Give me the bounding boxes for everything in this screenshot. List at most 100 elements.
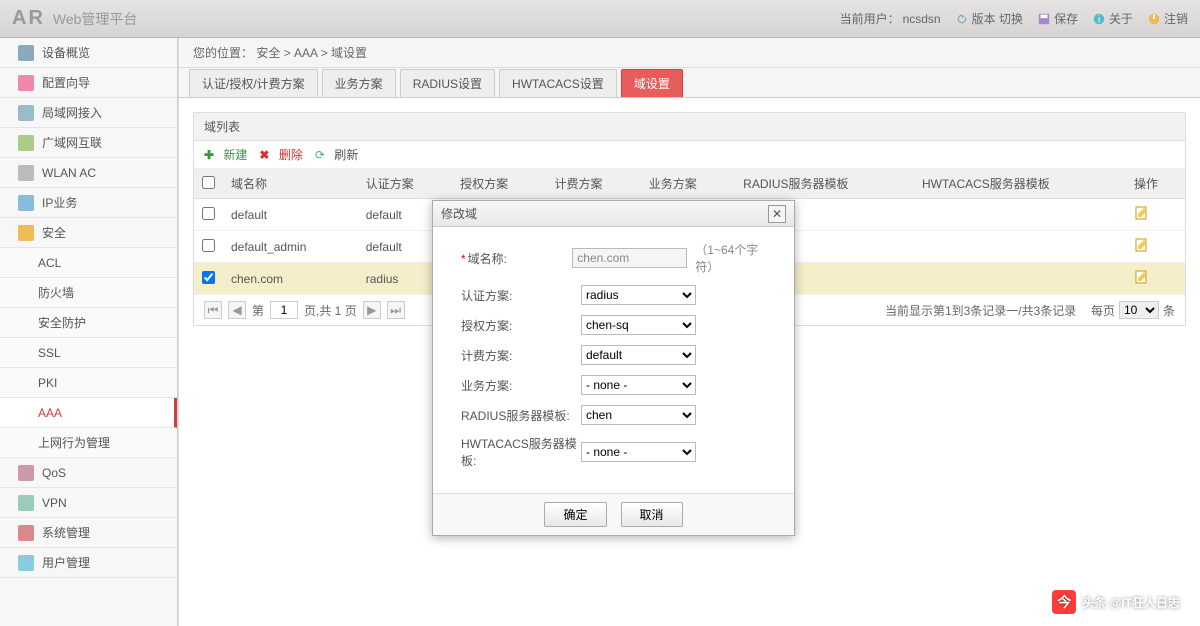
sidebar-item-11[interactable]: PKI [0, 368, 177, 398]
sidebar-item-label: PKI [38, 376, 57, 390]
logout-button[interactable]: 注销 [1147, 10, 1188, 27]
sidebar-item-4[interactable]: WLAN AC [0, 158, 177, 188]
sidebar-item-7[interactable]: ACL [0, 248, 177, 278]
sidebar-item-8[interactable]: 防火墙 [0, 278, 177, 308]
current-user: 当前用户：ncsdsn [840, 10, 941, 27]
pager-page-input[interactable] [270, 301, 298, 319]
auth-select[interactable]: radius [581, 285, 696, 305]
table-cell: default [223, 199, 358, 231]
modal-title: 修改域 [441, 205, 477, 222]
pager-prev[interactable]: ◀ [228, 301, 246, 319]
pager-last[interactable]: ⏭ [387, 301, 405, 319]
sidebar-item-3[interactable]: 广域网互联 [0, 128, 177, 158]
sidebar-item-label: AAA [38, 406, 62, 420]
modal-header: 修改域 ✕ [433, 201, 794, 227]
app-header: AR Web管理平台 当前用户：ncsdsn 版本 切换 保存 i关于 注销 [0, 0, 1200, 38]
column-header: 计费方案 [546, 169, 640, 199]
table-cell [914, 231, 1126, 263]
acct-select[interactable]: default [581, 345, 696, 365]
tab-1[interactable]: 业务方案 [322, 69, 396, 97]
cancel-button[interactable]: 取消 [621, 502, 683, 527]
column-header: RADIUS服务器模板 [735, 169, 914, 199]
edit-icon[interactable] [1134, 237, 1150, 253]
about-button[interactable]: i关于 [1092, 10, 1133, 27]
ok-button[interactable]: 确定 [544, 502, 606, 527]
domain-name-label: 域名称: [468, 252, 507, 266]
wlan-icon [18, 165, 34, 181]
tab-2[interactable]: RADIUS设置 [400, 69, 495, 97]
info-icon: i [1092, 12, 1106, 26]
row-checkbox[interactable] [202, 207, 215, 220]
sidebar-item-16[interactable]: 系统管理 [0, 518, 177, 548]
authz-select[interactable]: chen-sq [581, 315, 696, 335]
sidebar-item-13[interactable]: 上网行为管理 [0, 428, 177, 458]
tab-0[interactable]: 认证/授权/计费方案 [189, 69, 318, 97]
select-all-checkbox[interactable] [202, 176, 215, 189]
device-icon [18, 45, 34, 61]
hwtacacs-select[interactable]: - none - [581, 442, 696, 462]
sidebar-item-5[interactable]: IP业务 [0, 188, 177, 218]
pager-summary: 当前显示第1到3条记录一/共3条记录 [885, 302, 1076, 319]
sidebar-item-9[interactable]: 安全防护 [0, 308, 177, 338]
sidebar-item-14[interactable]: QoS [0, 458, 177, 488]
sidebar-item-label: 防火墙 [38, 284, 74, 301]
edit-icon[interactable] [1134, 205, 1150, 221]
sidebar: 设备概览配置向导局域网接入广域网互联 WLAN AC IP业务安全 ACL 防火墙安全防… [0, 38, 178, 626]
sidebar-item-1[interactable]: 配置向导 [0, 68, 177, 98]
sidebar-item-label: 局域网接入 [42, 104, 102, 121]
refresh-button[interactable]: ⟳ 刷新 [315, 146, 358, 163]
tab-bar: 认证/授权/计费方案业务方案RADIUS设置HWTACACS设置域设置 [179, 68, 1200, 98]
hwtacacs-label: HWTACACS服务器模板: [451, 435, 581, 469]
sidebar-item-label: ACL [38, 256, 61, 270]
row-checkbox[interactable] [202, 271, 215, 284]
row-checkbox[interactable] [202, 239, 215, 252]
logo: AR [12, 7, 45, 30]
save-icon [1037, 12, 1051, 26]
sidebar-item-17[interactable]: 用户管理 [0, 548, 177, 578]
sidebar-item-label: 安全 [42, 224, 66, 241]
column-header: 认证方案 [358, 169, 452, 199]
sidebar-item-0[interactable]: 设备概览 [0, 38, 177, 68]
tab-3[interactable]: HWTACACS设置 [499, 69, 617, 97]
delete-button[interactable]: ✖ 删除 [259, 146, 302, 163]
panel-toolbar: ✚ 新建 ✖ 删除 ⟳ 刷新 [194, 141, 1185, 169]
edit-icon[interactable] [1134, 269, 1150, 285]
pager-next[interactable]: ▶ [363, 301, 381, 319]
version-switch-link[interactable]: 版本 切换 [955, 10, 1023, 27]
svg-text:i: i [1098, 13, 1100, 25]
sidebar-item-label: 广域网互联 [42, 134, 102, 151]
domain-name-hint: （1~64个字符） [695, 241, 776, 275]
sidebar-item-12[interactable]: AAA [0, 398, 177, 428]
domain-name-input[interactable] [572, 248, 687, 268]
header-right: 当前用户：ncsdsn 版本 切换 保存 i关于 注销 [840, 10, 1188, 27]
sidebar-item-10[interactable]: SSL [0, 338, 177, 368]
table-cell [914, 199, 1126, 231]
sidebar-item-label: 上网行为管理 [38, 434, 110, 451]
authz-label: 授权方案: [451, 317, 581, 334]
tab-4[interactable]: 域设置 [621, 69, 683, 97]
sidebar-item-6[interactable]: 安全 [0, 218, 177, 248]
radius-select[interactable]: chen [581, 405, 696, 425]
save-button[interactable]: 保存 [1037, 10, 1078, 27]
column-header: 授权方案 [452, 169, 546, 199]
sidebar-item-label: 用户管理 [42, 554, 90, 571]
watermark-icon: 今 [1052, 590, 1076, 614]
pager-pagesize-select[interactable]: 10 [1119, 301, 1159, 319]
add-button[interactable]: ✚ 新建 [204, 146, 247, 163]
modal-close-button[interactable]: ✕ [768, 205, 786, 223]
auth-label: 认证方案: [451, 287, 581, 304]
panel-title: 域列表 [194, 113, 1185, 141]
biz-select[interactable]: - none - [581, 375, 696, 395]
radius-label: RADIUS服务器模板: [451, 407, 581, 424]
sidebar-item-label: 系统管理 [42, 524, 90, 541]
column-header: 业务方案 [641, 169, 735, 199]
sidebar-item-label: IP业务 [42, 194, 77, 211]
sidebar-item-2[interactable]: 局域网接入 [0, 98, 177, 128]
pager-first[interactable]: ⏮ [204, 301, 222, 319]
ip-icon [18, 195, 34, 211]
vpn-icon [18, 495, 34, 511]
sidebar-item-15[interactable]: VPN [0, 488, 177, 518]
refresh-icon [955, 12, 969, 26]
logo-subtitle: Web管理平台 [53, 9, 138, 29]
sidebar-item-label: 安全防护 [38, 314, 86, 331]
